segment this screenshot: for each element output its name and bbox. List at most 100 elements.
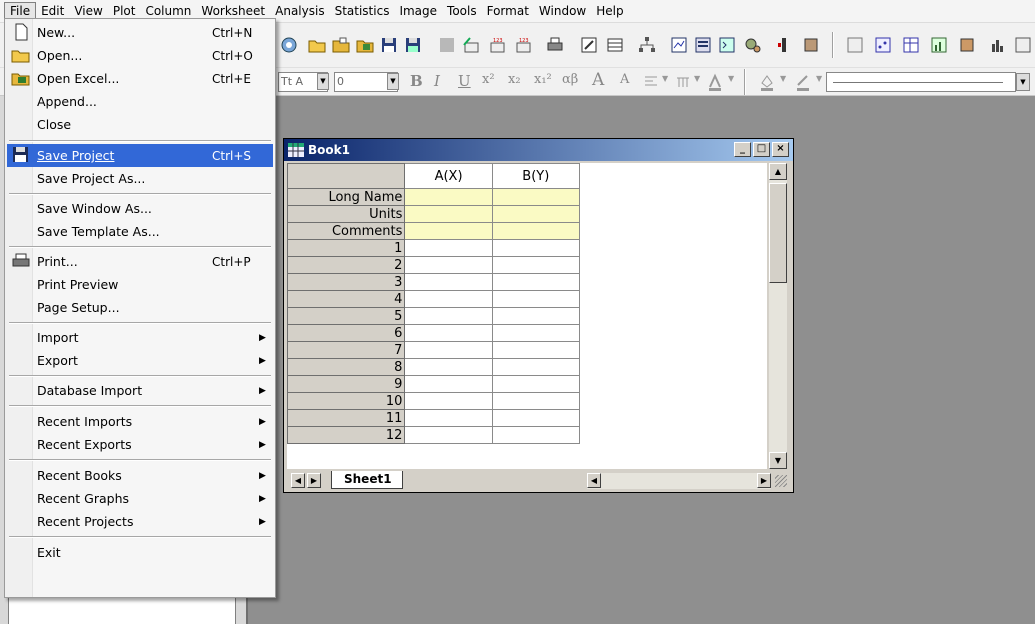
chevron-down-icon[interactable]: ▼ [780,74,786,83]
menu-view[interactable]: View [69,3,107,19]
row-number[interactable]: 8 [287,358,406,376]
menu-item-print[interactable]: Print... Ctrl+P [7,250,273,273]
tab-prev-icon[interactable]: ◀ [291,473,305,488]
chevron-down-icon[interactable]: ▼ [317,73,329,90]
menu-item-save-project[interactable]: Save Project Ctrl+S [7,144,273,167]
minimize-button[interactable]: _ [734,142,751,157]
worksheet-grid[interactable]: A(X) B(Y) Long Name Units Comments 1 2 3… [287,163,767,469]
menu-item-close[interactable]: Close [7,113,273,136]
menu-item-save-project-as[interactable]: Save Project As... [7,167,273,190]
open-excel-icon[interactable] [354,34,376,56]
workbook-title-bar[interactable]: Book1 _ □ × [284,139,793,161]
menu-item-append[interactable]: Append... [7,90,273,113]
save-icon[interactable] [378,34,400,56]
refresh-icon[interactable] [578,34,600,56]
menu-item-recent-books[interactable]: Recent Books ▶ [7,464,273,487]
import-wizard-icon[interactable] [460,34,482,56]
menu-item-save-window-as[interactable]: Save Window As... [7,197,273,220]
menu-item-export[interactable]: Export ▶ [7,349,273,372]
cell[interactable] [404,426,493,444]
bold-button[interactable]: B [410,72,423,90]
matrix-icon[interactable] [956,34,978,56]
row-label-units[interactable]: Units [287,205,406,223]
chevron-down-icon[interactable]: ▼ [1016,73,1030,91]
scatter-icon[interactable] [872,34,894,56]
cell[interactable] [404,273,493,291]
print-preview-icon[interactable] [1012,34,1034,56]
printer-icon[interactable] [544,34,566,56]
open-folder-icon[interactable] [330,34,352,56]
superscript-button[interactable]: x² [482,72,495,87]
scroll-up-icon[interactable]: ▲ [769,163,787,180]
border-icon[interactable] [672,71,694,93]
scroll-left-icon[interactable]: ◀ [587,473,601,488]
cell[interactable] [491,307,580,325]
row-number[interactable]: 5 [287,307,406,325]
blank-icon[interactable] [436,34,458,56]
font-color-icon[interactable] [704,71,726,93]
line-style-select[interactable] [826,72,1016,92]
line-color-icon[interactable] [792,71,814,93]
menu-item-exit[interactable]: Exit [7,541,273,564]
cell[interactable] [404,392,493,410]
cell[interactable] [404,375,493,393]
cell[interactable] [404,409,493,427]
menu-item-import[interactable]: Import ▶ [7,326,273,349]
row-number[interactable]: 1 [287,239,406,257]
menu-item-page-setup[interactable]: Page Setup... [7,296,273,319]
chevron-down-icon[interactable]: ▼ [816,74,822,83]
cell[interactable] [404,205,493,223]
cell[interactable] [491,239,580,257]
row-number[interactable]: 10 [287,392,406,410]
scroll-right-icon[interactable]: ▶ [757,473,771,488]
row-number[interactable]: 6 [287,324,406,342]
row-number[interactable]: 4 [287,290,406,308]
italic-button[interactable]: I [434,72,440,90]
chevron-down-icon[interactable]: ▼ [694,74,700,83]
save-template-icon[interactable] [402,34,424,56]
resize-grip-icon[interactable] [775,475,787,487]
command-window-icon[interactable] [692,34,714,56]
menu-tools[interactable]: Tools [442,3,482,19]
corner-cell[interactable] [287,163,406,189]
subscript-button[interactable]: x₂ [508,72,521,87]
cell[interactable] [491,256,580,274]
cell[interactable] [404,188,493,206]
menu-window[interactable]: Window [534,3,591,19]
row-number[interactable]: 3 [287,273,406,291]
cell[interactable] [491,273,580,291]
menu-analysis[interactable]: Analysis [270,3,329,19]
tab-next-icon[interactable]: ▶ [307,473,321,488]
cell[interactable] [404,307,493,325]
cell[interactable] [404,239,493,257]
import-multiple-ascii-icon[interactable]: 123 [512,34,534,56]
cell[interactable] [491,290,580,308]
menu-item-recent-projects[interactable]: Recent Projects ▶ [7,510,273,533]
chart-icon[interactable] [928,34,950,56]
cell[interactable] [491,426,580,444]
menu-item-recent-exports[interactable]: Recent Exports ▶ [7,433,273,456]
cell[interactable] [491,392,580,410]
cell[interactable] [404,290,493,308]
close-button[interactable]: × [772,142,789,157]
add-column-icon[interactable] [772,34,794,56]
menu-plot[interactable]: Plot [108,3,141,19]
cell[interactable] [404,324,493,342]
menu-item-save-template-as[interactable]: Save Template As... [7,220,273,243]
row-number[interactable]: 11 [287,409,406,427]
chevron-down-icon[interactable]: ▼ [387,73,399,90]
menu-help[interactable]: Help [591,3,628,19]
menu-image[interactable]: Image [394,3,442,19]
row-label-comments[interactable]: Comments [287,222,406,240]
chevron-down-icon[interactable]: ▼ [662,74,668,83]
cell[interactable] [491,324,580,342]
menu-item-recent-imports[interactable]: Recent Imports ▶ [7,410,273,433]
menu-edit[interactable]: Edit [36,3,69,19]
cell[interactable] [491,409,580,427]
menu-item-open[interactable]: Open... Ctrl+O [7,44,273,67]
open-folder-icon[interactable] [306,34,328,56]
menu-item-recent-graphs[interactable]: Recent Graphs ▶ [7,487,273,510]
row-number[interactable]: 7 [287,341,406,359]
fill-color-icon[interactable] [756,71,778,93]
menu-item-print-preview[interactable]: Print Preview [7,273,273,296]
